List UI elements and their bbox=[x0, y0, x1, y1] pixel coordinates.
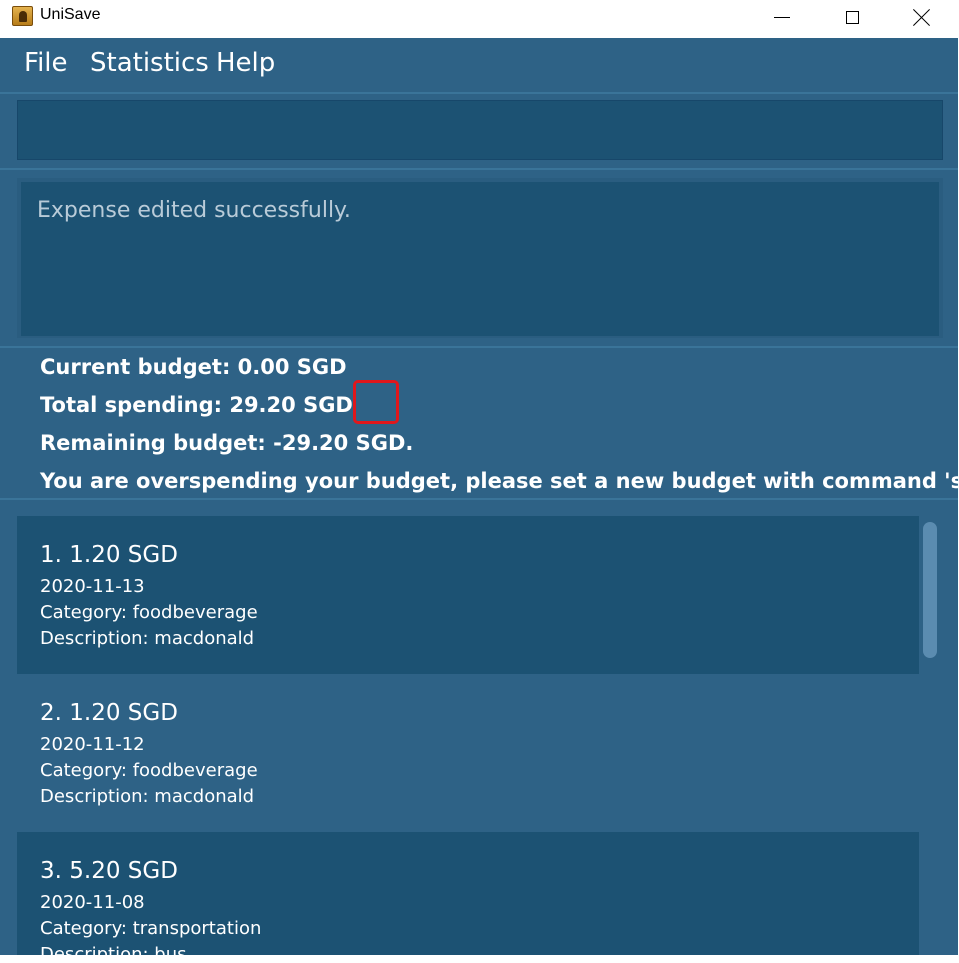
overspending-warning: You are overspending your budget, please… bbox=[40, 469, 958, 493]
expense-title: 3. 5.20 SGD bbox=[40, 858, 178, 884]
expense-list[interactable]: 1. 1.20 SGD 2020-11-13 Category: foodbev… bbox=[0, 516, 958, 955]
window-title: UniSave bbox=[40, 6, 101, 23]
expense-description: Description: bus bbox=[40, 944, 187, 955]
expense-category: Category: foodbeverage bbox=[40, 760, 258, 781]
scrollbar-thumb[interactable] bbox=[923, 522, 937, 658]
expense-description: Description: macdonald bbox=[40, 786, 255, 807]
app-icon bbox=[12, 6, 33, 26]
menu-statistics[interactable]: Statistics bbox=[90, 48, 209, 78]
window-bottom-edge bbox=[0, 955, 959, 963]
expense-date: 2020-11-08 bbox=[40, 892, 145, 913]
divider bbox=[0, 498, 958, 500]
minimize-icon bbox=[774, 16, 790, 18]
minimize-button[interactable] bbox=[748, 0, 816, 34]
command-input[interactable] bbox=[17, 100, 943, 160]
remaining-budget: Remaining budget: -29.20 SGD. bbox=[40, 431, 414, 455]
menu-file[interactable]: File bbox=[24, 48, 68, 78]
total-spending: Total spending: 29.20 SGD bbox=[40, 393, 353, 417]
maximize-icon bbox=[845, 10, 859, 24]
expense-title: 1. 1.20 SGD bbox=[40, 542, 178, 568]
highlight-annotation bbox=[353, 380, 399, 424]
menu-help[interactable]: Help bbox=[216, 48, 275, 78]
menu-bar: File Statistics Help bbox=[0, 38, 958, 92]
expense-card[interactable]: 1. 1.20 SGD 2020-11-13 Category: foodbev… bbox=[17, 516, 919, 674]
close-button[interactable] bbox=[888, 0, 956, 34]
result-message: Expense edited successfully. bbox=[37, 198, 351, 223]
expense-title: 2. 1.20 SGD bbox=[40, 700, 178, 726]
expense-card[interactable]: 3. 5.20 SGD 2020-11-08 Category: transpo… bbox=[17, 832, 919, 955]
close-icon bbox=[913, 8, 931, 26]
maximize-button[interactable] bbox=[818, 0, 886, 34]
current-budget: Current budget: 0.00 SGD bbox=[40, 355, 347, 379]
expense-category: Category: foodbeverage bbox=[40, 602, 258, 623]
result-display: Expense edited successfully. bbox=[17, 178, 943, 338]
divider bbox=[0, 92, 958, 94]
expense-date: 2020-11-12 bbox=[40, 734, 145, 755]
expense-category: Category: transportation bbox=[40, 918, 262, 939]
divider bbox=[0, 346, 958, 348]
expense-date: 2020-11-13 bbox=[40, 576, 145, 597]
divider bbox=[0, 168, 958, 170]
app-window: File Statistics Help Expense edited succ… bbox=[0, 38, 958, 955]
title-bar: UniSave bbox=[0, 0, 959, 34]
expense-card[interactable]: 2. 1.20 SGD 2020-11-12 Category: foodbev… bbox=[17, 674, 919, 832]
result-text-area[interactable]: Expense edited successfully. bbox=[21, 182, 939, 336]
expense-description: Description: macdonald bbox=[40, 628, 255, 649]
